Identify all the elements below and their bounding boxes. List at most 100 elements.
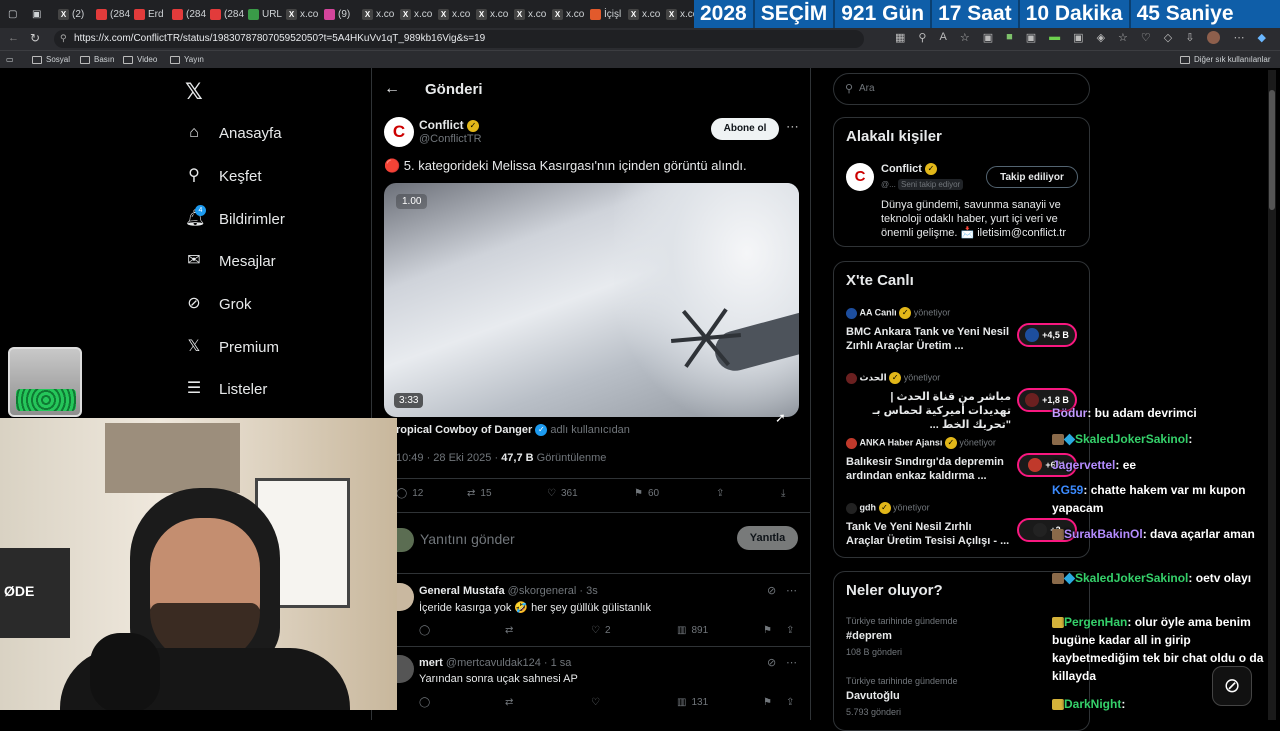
browser-tab[interactable]: (9) xyxy=(324,4,358,24)
views-action[interactable]: ▥ 131 xyxy=(677,697,708,708)
follow-button[interactable]: Abone ol xyxy=(711,118,779,140)
bookmark-icon[interactable]: ▭ xyxy=(6,55,14,64)
live-listeners-pill[interactable]: +4,5 B xyxy=(1017,323,1077,347)
site-info-icon[interactable]: ⚲ xyxy=(60,33,67,44)
reply-author[interactable]: mert xyxy=(419,657,443,669)
more-options-icon[interactable]: ⋯ xyxy=(786,656,797,669)
author-handle[interactable]: @ConflictTR xyxy=(419,133,482,145)
back-arrow-icon[interactable]: ← xyxy=(8,32,19,44)
reply-author[interactable]: General Mustafa xyxy=(419,585,505,597)
menu-icon[interactable]: ⋯ xyxy=(1233,31,1244,44)
video-credit: ropical Cowboy of Danger ✓ adlı kullanıc… xyxy=(396,424,630,437)
browser-tab[interactable]: (284 xyxy=(172,4,206,24)
browser-tab[interactable]: Xx.co xyxy=(514,4,548,24)
following-button[interactable]: Takip ediliyor xyxy=(986,166,1078,188)
gem-badge-icon xyxy=(1063,433,1076,446)
avatar[interactable]: C xyxy=(846,163,874,191)
url-input[interactable]: https://x.com/ConflictTR/status/19830787… xyxy=(54,30,864,48)
tab-actions-icon[interactable]: ▢ xyxy=(8,4,22,24)
nav-home[interactable]: ⌂ Anasayfa xyxy=(185,124,281,142)
profile-avatar[interactable] xyxy=(1207,31,1221,44)
credit-name[interactable]: ropical Cowboy of Danger xyxy=(396,424,532,436)
extension-icon[interactable]: ■ xyxy=(1006,31,1013,44)
nav-lists[interactable]: ☰ Listeler xyxy=(185,380,268,398)
browser-tab[interactable]: İçişl xyxy=(590,4,624,24)
bookmark-folder-basin[interactable]: Basın xyxy=(80,55,114,64)
bookmark-folder-video[interactable]: Video xyxy=(123,55,157,64)
bookmark-action[interactable]: ⚑ 60 xyxy=(634,488,659,499)
bookmark-folder-sosyal[interactable]: Sosyal xyxy=(32,55,70,64)
browser-tab[interactable]: (284 xyxy=(96,4,130,24)
reply-input[interactable]: Yanıtını gönder xyxy=(420,531,515,547)
download-action[interactable]: ⤓ xyxy=(781,488,785,499)
extension-icon[interactable]: ▬ xyxy=(1049,31,1060,44)
bookmark-action[interactable]: ⚑ xyxy=(763,625,772,636)
favorites-icon[interactable]: ☆ xyxy=(1118,31,1128,44)
divider xyxy=(385,512,810,513)
more-options-icon[interactable]: ⋯ xyxy=(786,584,797,597)
reply-button[interactable]: Yanıtla xyxy=(737,526,798,550)
scrollbar-thumb[interactable] xyxy=(1269,90,1275,210)
shield-icon[interactable]: ◇ xyxy=(1164,31,1172,44)
browser-tab[interactable]: Erd xyxy=(134,4,168,24)
browser-tab[interactable]: (284 xyxy=(210,4,244,24)
extension-icon[interactable]: ▣ xyxy=(983,31,993,44)
repost-action[interactable]: ⇄ 15 xyxy=(467,488,492,499)
copilot-icon[interactable]: ◆ xyxy=(1257,31,1265,44)
extension-icon[interactable]: ◈ xyxy=(1097,31,1105,44)
grok-icon[interactable]: ⊘ xyxy=(767,584,776,597)
download-icon[interactable]: ⇩ xyxy=(1185,31,1194,44)
grok-floating-button[interactable]: ⊘ xyxy=(1212,666,1252,706)
avatar[interactable]: C xyxy=(384,117,414,147)
search-input[interactable]: ⚲ Ara xyxy=(833,73,1090,105)
heart-icon[interactable]: ♡ xyxy=(1141,31,1151,44)
views-action[interactable]: ▥ 891 xyxy=(677,625,708,636)
grok-icon[interactable]: ⊘ xyxy=(767,656,776,669)
tab-search-icon[interactable]: ▣ xyxy=(32,4,46,24)
more-options-icon[interactable]: ⋯ xyxy=(786,119,799,135)
share-action[interactable]: ⇪ xyxy=(786,625,794,636)
browser-tab[interactable]: Xx.co xyxy=(286,4,320,24)
x-logo-icon[interactable]: 𝕏 xyxy=(185,79,203,105)
nav-messages[interactable]: ✉ Mesajlar xyxy=(185,252,275,270)
share-action[interactable]: ⇪ xyxy=(716,488,724,499)
nav-premium[interactable]: 𝕏 Premium xyxy=(185,338,279,356)
like-action[interactable]: ♡ 361 xyxy=(547,488,578,499)
browser-tab[interactable]: Xx.co xyxy=(438,4,472,24)
playback-speed[interactable]: 1.00 xyxy=(396,194,428,209)
reply-action[interactable]: ◯ xyxy=(419,625,430,636)
extension-icon[interactable]: ▦ xyxy=(895,31,905,44)
browser-tab[interactable]: Xx.co xyxy=(476,4,510,24)
bookmark-action[interactable]: ⚑ xyxy=(763,697,772,708)
nav-explore[interactable]: ⚲ Keşfet xyxy=(185,167,261,185)
browser-tab[interactable]: URL xyxy=(248,4,282,24)
extension-icon[interactable]: ▣ xyxy=(1073,31,1083,44)
read-aloud-icon[interactable]: A xyxy=(939,31,946,44)
browser-tab[interactable]: Xx.co xyxy=(400,4,434,24)
bookmark-folder-yayin[interactable]: Yayın xyxy=(170,55,204,64)
trend-name[interactable]: #deprem xyxy=(846,630,892,642)
reply-action[interactable]: ◯ 12 xyxy=(396,488,423,499)
extension-icon[interactable]: ▣ xyxy=(1026,31,1036,44)
trend-name[interactable]: Davutoğlu xyxy=(846,690,900,702)
repost-action[interactable]: ⇄ xyxy=(505,697,513,708)
browser-tab[interactable]: Xx.co xyxy=(552,4,586,24)
nav-notifications[interactable]: 🔔︎ 4 Bildirimler xyxy=(185,205,285,228)
zoom-icon[interactable]: ⚲ xyxy=(918,31,926,44)
reply-action[interactable]: ◯ xyxy=(419,697,430,708)
browser-tab[interactable]: Xx.co xyxy=(362,4,396,24)
back-arrow-icon[interactable]: ← xyxy=(384,80,400,98)
reload-icon[interactable]: ↻ xyxy=(30,31,40,45)
nav-grok[interactable]: ⊘ Grok xyxy=(185,295,251,313)
related-name[interactable]: Conflict ✓ xyxy=(881,163,938,176)
video-player[interactable]: 1.00 3:33 xyxy=(384,183,799,417)
browser-tab[interactable]: Xx.co xyxy=(628,4,662,24)
share-action[interactable]: ⇪ xyxy=(786,697,794,708)
author-name[interactable]: Conflict ✓ xyxy=(419,118,480,132)
repost-action[interactable]: ⇄ xyxy=(505,625,513,636)
browser-tab[interactable]: X (2) xyxy=(58,4,92,24)
favorite-star-icon[interactable]: ☆ xyxy=(960,31,970,44)
like-action[interactable]: ♡ xyxy=(591,697,600,708)
other-bookmarks[interactable]: Diğer sık kullanılanlar xyxy=(1180,55,1270,64)
like-action[interactable]: ♡ 2 xyxy=(591,625,611,636)
